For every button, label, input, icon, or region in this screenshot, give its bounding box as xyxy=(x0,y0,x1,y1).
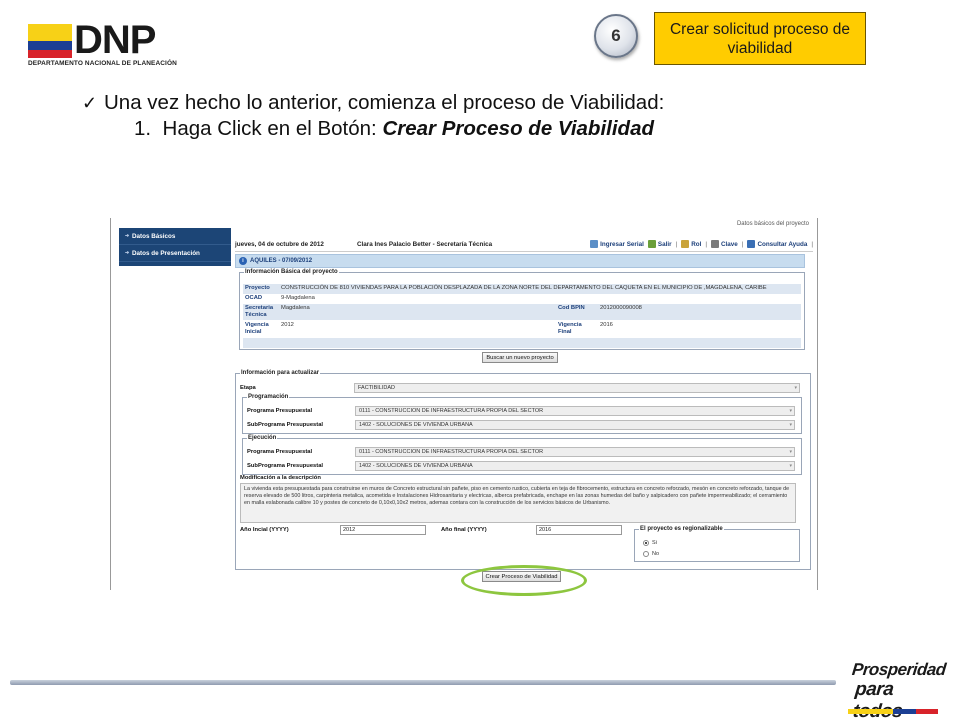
regionalizable-fieldset: El proyecto es regionalizable Si No xyxy=(634,526,800,562)
anio-inicial-input[interactable]: 2012 xyxy=(340,525,426,535)
chevron-down-icon: ▾ xyxy=(789,408,792,414)
ocad-value: 9-Magdalena xyxy=(281,295,315,301)
basic-info-legend: Información Básica del proyecto xyxy=(245,269,338,275)
vigencia-final-label: Vigencia Final xyxy=(558,322,582,335)
chevron-down-icon: ▾ xyxy=(789,463,792,469)
radio-unchecked-icon xyxy=(643,551,649,557)
vigencia-final-value: 2016 xyxy=(600,322,613,328)
chevron-down-icon: ▾ xyxy=(789,449,792,455)
arrow-icon: ➔ xyxy=(125,250,130,256)
header-links: Ingresar Serial Salir | Rol | Clave | Co… xyxy=(590,240,813,248)
left-navigation: ➔ Datos Básicos ➔ Datos de Presentación xyxy=(119,228,231,266)
subprograma-ejec-label: SubPrograma Presupuestal xyxy=(247,463,324,469)
ejecucion-fieldset: Ejecución Programa Presupuestal 0111 - C… xyxy=(242,435,802,475)
step-number-badge: 6 xyxy=(594,14,638,58)
project-title-bar: i AQUILES - 07/09/2012 xyxy=(235,254,805,268)
ocad-label: OCAD xyxy=(245,295,263,301)
nav-item-datos-basicos[interactable]: ➔ Datos Básicos xyxy=(119,228,231,245)
nav-item-datos-presentacion[interactable]: ➔ Datos de Presentación xyxy=(119,245,231,262)
descripcion-textarea[interactable]: La vivienda esta presupuestada para cons… xyxy=(240,483,796,523)
subprograma-label: SubPrograma Presupuestal xyxy=(247,422,324,428)
step-title-box: Crear solicitud proceso de viabilidad xyxy=(654,12,866,65)
chevron-down-icon: ▾ xyxy=(794,385,797,391)
link-consultar-ayuda[interactable]: Consultar Ayuda xyxy=(747,240,807,248)
descripcion-label: Modificación a la descripción xyxy=(240,475,321,481)
bpin-value: 2012000090008 xyxy=(600,305,642,311)
radio-no[interactable]: No xyxy=(643,551,659,557)
link-clave[interactable]: Clave xyxy=(710,240,738,248)
exit-icon xyxy=(647,240,656,248)
ejecucion-legend: Ejecución xyxy=(248,435,277,441)
vigencia-inicial-label: Vigencia Inicial xyxy=(245,322,269,335)
highlight-ellipse xyxy=(461,565,587,596)
regionalizable-legend: El proyecto es regionalizable xyxy=(640,526,723,532)
dnp-logo: DNP DEPARTAMENTO NACIONAL DE PLANEACIÓN xyxy=(28,18,178,70)
anio-final-input[interactable]: 2016 xyxy=(536,525,622,535)
serial-icon xyxy=(590,240,599,248)
subprograma-ejec-select[interactable]: 1402 - SOLUCIONES DE VIVIENDA URBANA ▾ xyxy=(355,461,795,471)
anio-final-label: Año final (YYYY) xyxy=(441,527,487,533)
search-project-button[interactable]: Buscar un nuevo proyecto xyxy=(482,352,558,363)
instruction-bullet: ✓ Una vez hecho lo anterior, comienza el … xyxy=(82,91,664,115)
vigencia-inicial-value: 2012 xyxy=(281,322,294,328)
chevron-down-icon: ▾ xyxy=(789,422,792,428)
proyecto-value: CONSTRUCCIÓN DE 810 VIVIENDAS PARA LA PO… xyxy=(281,285,767,291)
header-date: jueves, 04 de octubre de 2012 xyxy=(235,241,324,248)
basic-info-fieldset: Información Básica del proyecto Proyecto… xyxy=(239,269,805,350)
subprograma-select[interactable]: 1402 - SOLUCIONES DE VIVIENDA URBANA ▾ xyxy=(355,420,795,430)
secretaria-label: Secretaria Técnica xyxy=(245,305,274,318)
update-info-fieldset: Información para actualizar Etapa FACTIB… xyxy=(235,370,811,570)
programacion-legend: Programación xyxy=(248,394,289,400)
prosperidad-line1: Prosperidad xyxy=(851,660,947,679)
radio-si[interactable]: Si xyxy=(643,540,657,546)
step-emphasis: Crear Proceso de Viabilidad xyxy=(382,117,654,140)
logo-subtitle: DEPARTAMENTO NACIONAL DE PLANEACIÓN xyxy=(28,60,177,67)
key-icon xyxy=(710,240,719,248)
step-prefix: 1. xyxy=(134,117,152,140)
help-icon xyxy=(747,240,756,248)
prosperidad-logo: Prosperidad para todos xyxy=(848,660,947,722)
logo-wordmark: DNP xyxy=(74,18,156,62)
link-salir[interactable]: Salir xyxy=(647,240,672,248)
radio-checked-icon xyxy=(643,540,649,546)
proyecto-label: Proyecto xyxy=(245,285,270,291)
header-user: Clara Ines Palacio Better - Secretaría T… xyxy=(357,241,493,248)
flag-stripe-icon xyxy=(848,701,938,714)
programacion-fieldset: Programación Programa Presupuestal 0111 … xyxy=(242,394,802,434)
programa-select[interactable]: 0111 - CONSTRUCCION DE INFRAESTRUCTURA P… xyxy=(355,406,795,416)
anio-inicial-label: Año Incial (YYYY) xyxy=(240,527,289,533)
programa-label: Programa Presupuestal xyxy=(247,408,313,414)
instruction-step: 1. Haga Click en el Botón: Crear Proceso… xyxy=(134,117,654,141)
top-caption: Datos básicos del proyecto xyxy=(736,221,809,227)
info-icon: i xyxy=(239,257,247,265)
app-screenshot: Datos básicos del proyecto ➔ Datos Básico… xyxy=(110,218,818,590)
etapa-label: Etapa xyxy=(240,385,256,391)
role-icon xyxy=(681,240,690,248)
link-rol[interactable]: Rol xyxy=(681,240,701,248)
footer-divider xyxy=(10,680,836,685)
arrow-icon: ➔ xyxy=(125,233,130,239)
programa-ejec-label: Programa Presupuestal xyxy=(247,449,313,455)
etapa-select[interactable]: FACTIBILIDAD ▾ xyxy=(354,383,800,393)
update-info-legend: Información para actualizar xyxy=(241,370,320,376)
colombia-flag-icon xyxy=(28,24,72,58)
bpin-label: Cod BPIN xyxy=(558,305,585,311)
check-icon: ✓ xyxy=(82,93,98,113)
step-text: Haga Click en el Botón: xyxy=(162,117,383,140)
link-ingresar-serial[interactable]: Ingresar Serial xyxy=(590,240,644,248)
app-header: jueves, 04 de octubre de 2012 Clara Ines… xyxy=(235,238,813,252)
bullet-text: Una vez hecho lo anterior, comienza el p… xyxy=(104,91,665,114)
secretaria-value: Magdalena xyxy=(281,305,310,311)
programa-ejec-select[interactable]: 0111 - CONSTRUCCION DE INFRAESTRUCTURA P… xyxy=(355,447,795,457)
